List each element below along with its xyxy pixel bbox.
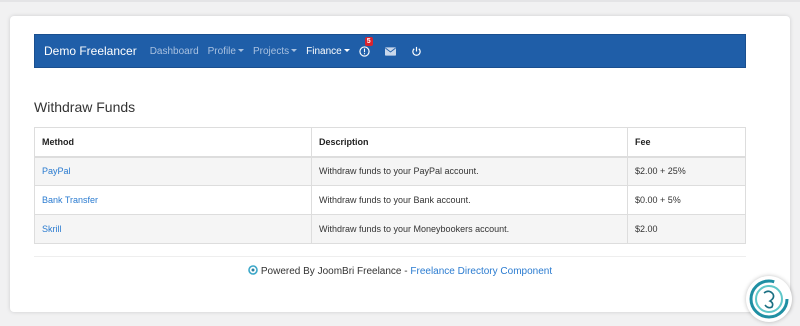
logout-button[interactable] [411,46,422,57]
fee-cell: $0.00 + 5% [627,185,746,215]
nav-projects[interactable]: Projects [253,46,298,57]
alert-icon [359,45,370,57]
chevron-down-icon [237,49,244,53]
envelope-icon [384,46,396,56]
navbar-brand[interactable]: Demo Freelancer [44,44,137,58]
method-cell: Skrill [34,214,312,244]
footer-link[interactable]: Freelance Directory Component [410,266,552,277]
column-header-fee: Fee [627,127,746,158]
chat-logo-icon [749,279,789,319]
method-cell: Bank Transfer [34,185,312,215]
column-header-description: Description [311,127,628,158]
joombri-logo-icon [248,265,258,278]
method-link-skrill[interactable]: Skrill [42,224,62,234]
notification-badge: 5 [364,36,373,46]
chevron-down-icon [291,49,298,53]
withdraw-methods-table: Method Description Fee PayPal Withdraw f… [34,127,746,244]
nav-dashboard[interactable]: Dashboard [150,46,199,57]
fee-cell: $2.00 [627,214,746,244]
column-header-method: Method [34,127,312,158]
description-cell: Withdraw funds to your Bank account. [311,185,628,215]
method-link-bank-transfer[interactable]: Bank Transfer [42,195,98,205]
navbar: Demo Freelancer Dashboard Profile Projec… [34,34,746,68]
table-row: Bank Transfer Withdraw funds to your Ban… [34,185,746,215]
power-icon [411,46,421,56]
method-cell: PayPal [34,156,312,186]
description-cell: Withdraw funds to your PayPal account. [311,156,628,186]
table-row: Skrill Withdraw funds to your Moneybooke… [34,214,746,244]
chevron-down-icon [343,49,350,53]
page-title: Withdraw Funds [34,99,136,115]
method-link-paypal[interactable]: PayPal [42,166,71,176]
nav-profile[interactable]: Profile [208,46,244,57]
footer-text: Powered By JoomBri Freelance - [260,266,411,278]
fee-cell: $2.00 + 25% [627,156,746,186]
top-border [0,0,800,2]
table-row: PayPal Withdraw funds to your PayPal acc… [34,156,746,186]
chat-widget-button[interactable] [746,276,792,322]
messages-button[interactable] [384,46,396,56]
nav-finance[interactable]: Finance [306,46,350,57]
description-cell: Withdraw funds to your Moneybookers acco… [311,214,628,244]
divider [34,256,746,257]
notifications-button[interactable]: 5 [359,36,373,57]
table-header-row: Method Description Fee [34,127,746,158]
footer: Powered By JoomBri Freelance - Freelance… [10,265,790,278]
